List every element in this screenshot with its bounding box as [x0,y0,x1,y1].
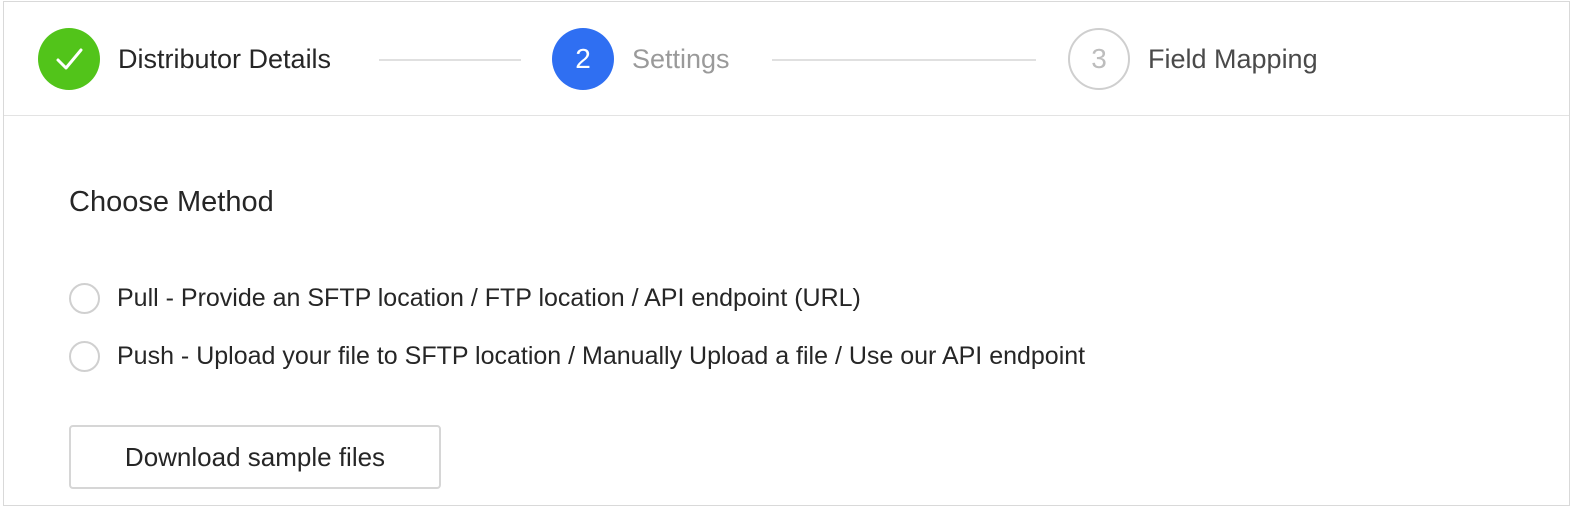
radio-label-pull: Pull - Provide an SFTP location / FTP lo… [117,284,861,312]
step-distributor-details[interactable]: Distributor Details [38,27,331,91]
step-number-badge: 2 [552,28,614,90]
section-title: Choose Method [69,186,274,218]
step-number-badge: 3 [1068,28,1130,90]
radio-option-pull[interactable]: Pull - Provide an SFTP location / FTP lo… [69,283,861,314]
download-sample-files-button[interactable]: Download sample files [69,425,441,489]
step-number: 2 [575,43,591,74]
step-label: Field Mapping [1148,43,1318,74]
checkmark-icon [56,48,83,70]
radio-label-push: Push - Upload your file to SFTP location… [117,342,1086,370]
step-field-mapping[interactable]: 3 Field Mapping [1068,27,1318,91]
wizard-panel: Distributor Details 2 Settings 3 Field M… [3,1,1570,506]
step-settings[interactable]: 2 Settings [552,27,730,91]
radio-push[interactable] [69,341,100,372]
radio-option-push[interactable]: Push - Upload your file to SFTP location… [69,341,1085,372]
step-label: Settings [632,43,730,74]
step-connector [772,59,1036,61]
radio-pull[interactable] [69,283,100,314]
stepper: Distributor Details 2 Settings 3 Field M… [4,2,1569,116]
step-number: 3 [1091,43,1107,74]
step-label: Distributor Details [118,43,332,74]
step-completed-badge [38,28,100,90]
step-connector [379,59,521,61]
